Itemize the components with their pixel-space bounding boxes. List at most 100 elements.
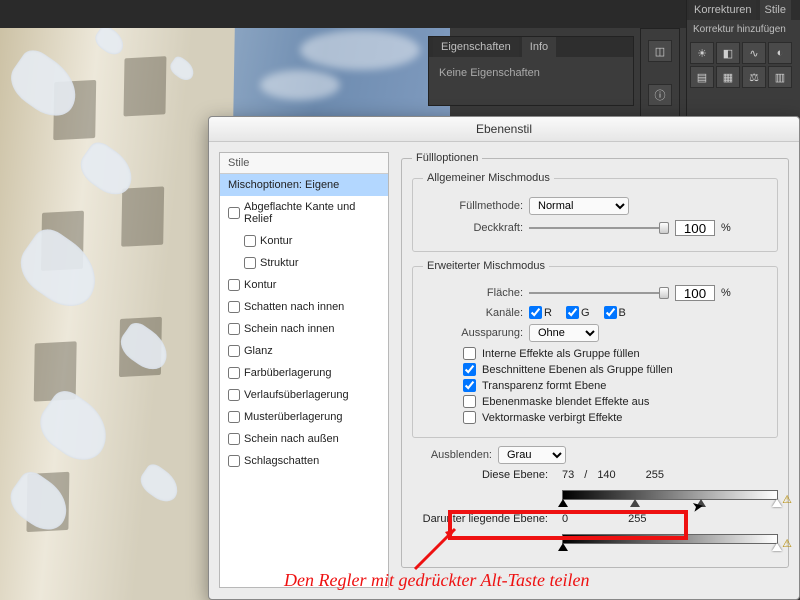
warn-icon: ⚠	[782, 493, 792, 506]
adv-check-label-4: Vektormaske verbirgt Effekte	[482, 412, 622, 424]
styles-header[interactable]: Stile	[220, 153, 388, 174]
this-split-lo[interactable]	[630, 499, 640, 507]
channel-b-label: B	[619, 307, 626, 319]
under-white-stop[interactable]	[772, 543, 782, 551]
under-black-stop[interactable]	[558, 543, 568, 551]
style-item-3[interactable]: Struktur	[220, 252, 388, 274]
style-item-9[interactable]: Verlaufsüberlagerung	[220, 384, 388, 406]
cursor-icon: ➤	[691, 497, 706, 516]
adv-check-1[interactable]	[463, 363, 476, 376]
adj-exposure-icon[interactable]: ◐	[768, 42, 792, 64]
style-item-10[interactable]: Musterüberlagerung	[220, 406, 388, 428]
style-check-2[interactable]	[244, 235, 256, 247]
styles-list: Stile Mischoptionen: Eigene Abgeflachte K…	[219, 152, 389, 588]
style-label-0: Mischoptionen: Eigene	[228, 179, 339, 191]
style-item-12[interactable]: Schlagschatten	[220, 450, 388, 472]
blend-mode-select[interactable]: Normal	[529, 197, 629, 215]
this-val-2: 255	[646, 469, 664, 481]
style-label-3: Struktur	[260, 257, 299, 269]
opacity-slider[interactable]	[529, 221, 669, 235]
style-check-3[interactable]	[244, 257, 256, 269]
annotation-text: Den Regler mit gedrückter Alt-Taste teil…	[284, 570, 589, 591]
style-check-12[interactable]	[228, 455, 240, 467]
app-toolbar	[0, 0, 800, 28]
channel-r-check[interactable]	[529, 306, 542, 319]
channel-b-check[interactable]	[604, 306, 617, 319]
style-label-5: Schatten nach innen	[244, 301, 344, 313]
style-check-4[interactable]	[228, 279, 240, 291]
adv-check-label-2: Transparenz formt Ebene	[482, 380, 606, 392]
knockout-select[interactable]: Ohne	[529, 324, 599, 342]
style-item-5[interactable]: Schatten nach innen	[220, 296, 388, 318]
style-label-4: Kontur	[244, 279, 276, 291]
opacity-unit: %	[721, 222, 731, 234]
style-item-2[interactable]: Kontur	[220, 230, 388, 252]
blendif-label: Ausblenden:	[412, 449, 492, 461]
fill-input[interactable]	[675, 285, 715, 301]
this-layer-gradient[interactable]: ⚠	[562, 487, 778, 507]
adj-brightness-icon[interactable]: ☀	[690, 42, 714, 64]
adj-misc-icon[interactable]: ▥	[768, 66, 792, 88]
tab-stile[interactable]: Stile	[760, 0, 791, 20]
fill-label: Fläche:	[423, 287, 523, 299]
adv-check-label-1: Beschnittene Ebenen als Gruppe füllen	[482, 364, 673, 376]
adjustments-sub: Korrektur hinzufügen	[687, 20, 800, 39]
style-item-7[interactable]: Glanz	[220, 340, 388, 362]
adj-lookup-icon[interactable]: ▦	[716, 66, 740, 88]
fill-options-legend: Füllloptionen	[412, 152, 482, 164]
info-icon[interactable]: ⓘ	[648, 84, 672, 106]
adj-curves-icon[interactable]: ∿	[742, 42, 766, 64]
adv-check-2[interactable]	[463, 379, 476, 392]
adv-check-label-0: Interne Effekte als Gruppe füllen	[482, 348, 640, 360]
properties-body: Keine Eigenschaften	[429, 57, 633, 89]
style-check-9[interactable]	[228, 389, 240, 401]
adj-balance-icon[interactable]: ⚖	[742, 66, 766, 88]
style-check-1[interactable]	[228, 207, 240, 219]
this-black-stop[interactable]	[558, 499, 568, 507]
opacity-label: Deckkraft:	[423, 222, 523, 234]
style-item-8[interactable]: Farbüberlagerung	[220, 362, 388, 384]
style-item-6[interactable]: Schein nach innen	[220, 318, 388, 340]
adjustments-panel: Korrekturen Stile Korrektur hinzufügen ☀…	[686, 0, 800, 116]
channels-label: Kanäle:	[423, 307, 523, 319]
cube-icon[interactable]: ◫	[648, 40, 672, 62]
blend-mode-label: Füllmethode:	[423, 200, 523, 212]
style-item-4[interactable]: Kontur	[220, 274, 388, 296]
style-check-10[interactable]	[228, 411, 240, 423]
adj-levels-icon[interactable]: ◧	[716, 42, 740, 64]
style-item-11[interactable]: Schein nach außen	[220, 428, 388, 450]
adv-check-label-3: Ebenenmaske blendet Effekte aus	[482, 396, 649, 408]
fill-slider[interactable]	[529, 286, 669, 300]
style-label-1: Abgeflachte Kante und Relief	[244, 201, 380, 225]
this-layer-label: Diese Ebene:	[412, 469, 552, 481]
this-val-1: 140	[597, 469, 615, 481]
adv-check-3[interactable]	[463, 395, 476, 408]
properties-panel: Eigenschaften Info Keine Eigenschaften	[428, 36, 634, 106]
style-check-7[interactable]	[228, 345, 240, 357]
style-label-8: Farbüberlagerung	[244, 367, 331, 379]
this-val-0: 73	[562, 469, 574, 481]
style-label-12: Schlagschatten	[244, 455, 319, 467]
icon-dock: ◫ ⓘ	[640, 28, 680, 118]
tab-eigenschaften[interactable]: Eigenschaften	[433, 37, 519, 57]
adv-check-0[interactable]	[463, 347, 476, 360]
adv-check-4[interactable]	[463, 411, 476, 424]
adj-invert-icon[interactable]: ▤	[690, 66, 714, 88]
opacity-input[interactable]	[675, 220, 715, 236]
tab-info[interactable]: Info	[522, 37, 556, 57]
blendif-select[interactable]: Grau	[498, 446, 566, 464]
style-check-5[interactable]	[228, 301, 240, 313]
tab-korrekturen[interactable]: Korrekturen	[689, 0, 756, 20]
style-check-8[interactable]	[228, 367, 240, 379]
style-item-1[interactable]: Abgeflachte Kante und Relief	[220, 196, 388, 230]
style-check-11[interactable]	[228, 433, 240, 445]
annotation-box	[448, 510, 688, 540]
this-val-sep: /	[584, 469, 587, 481]
this-white-stop[interactable]	[772, 499, 782, 507]
channel-g-check[interactable]	[566, 306, 579, 319]
style-check-6[interactable]	[228, 323, 240, 335]
dialog-title: Ebenenstil	[209, 117, 799, 142]
style-item-0[interactable]: Mischoptionen: Eigene	[220, 174, 388, 196]
style-label-7: Glanz	[244, 345, 273, 357]
knockout-label: Aussparung:	[423, 327, 523, 339]
